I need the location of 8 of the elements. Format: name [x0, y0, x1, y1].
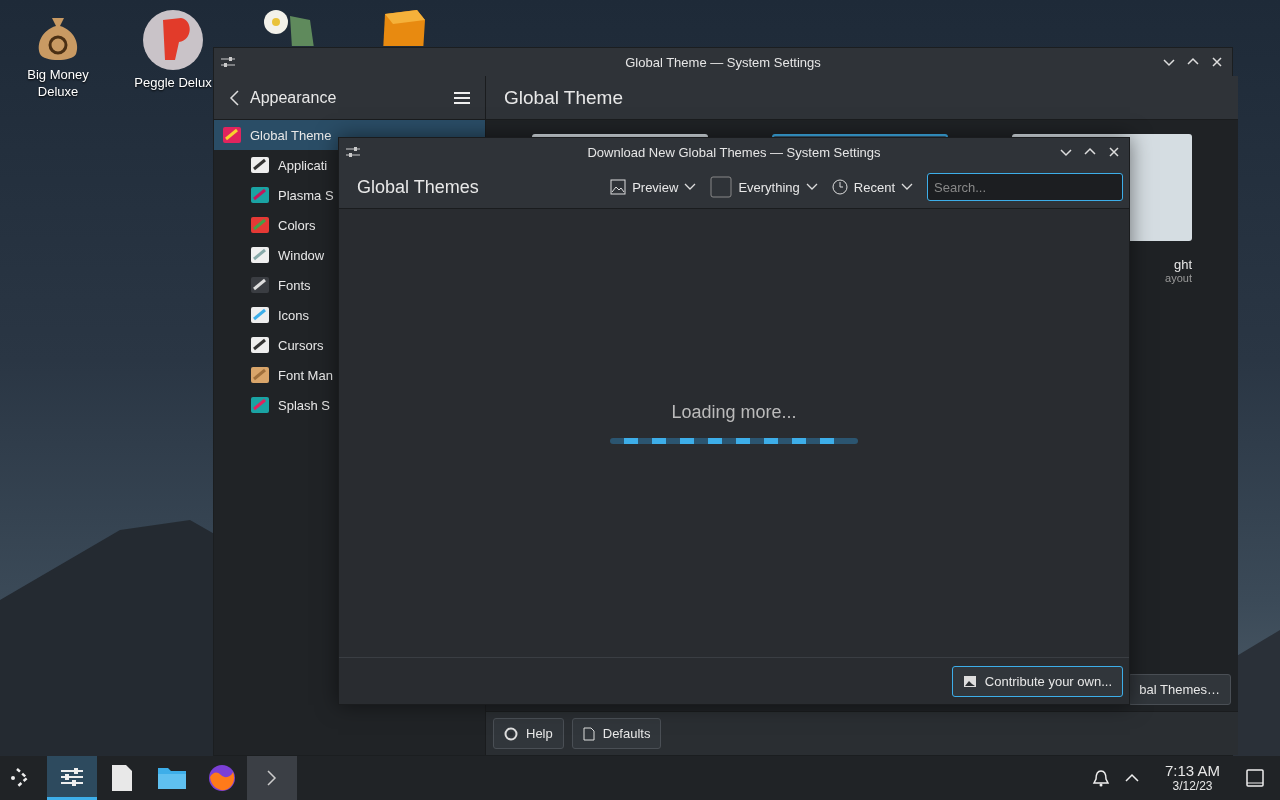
- loading-text: Loading more...: [671, 401, 797, 423]
- page-title: Global Theme: [504, 86, 623, 109]
- window-title: Download New Global Themes — System Settings: [586, 144, 882, 160]
- theme-subtitle: ayout: [1164, 272, 1192, 284]
- dialog-heading: Global Themes: [357, 176, 479, 198]
- sidebar-title: Appearance: [250, 88, 338, 107]
- theme-name: ght: [1172, 257, 1192, 272]
- window-title: Global Theme — System Settings: [624, 54, 822, 70]
